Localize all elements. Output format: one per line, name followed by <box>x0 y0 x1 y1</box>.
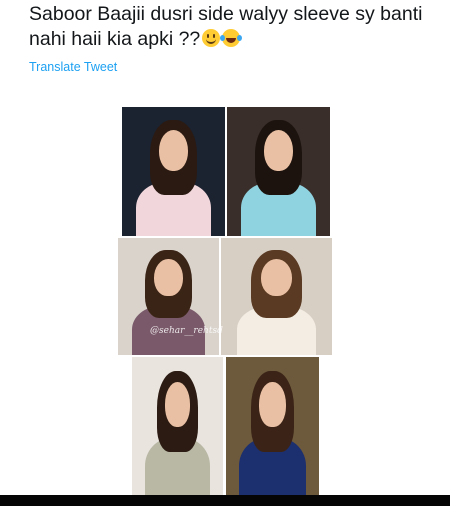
tweet-text: Saboor Baajii dusri side walyy sleeve sy… <box>29 2 429 51</box>
collage-photo-1[interactable] <box>122 107 225 236</box>
photo-face <box>260 259 293 297</box>
photo-face <box>159 130 188 172</box>
photo-watermark: @sehar__rehtsd <box>150 326 223 336</box>
collage-photo-4[interactable] <box>221 238 332 355</box>
collage-photo-3[interactable] <box>118 238 219 355</box>
photo-face <box>154 259 183 297</box>
slightly-smiling-face-icon <box>202 28 221 47</box>
face-with-tears-of-joy-icon <box>220 28 243 47</box>
collage-photo-5[interactable] <box>132 357 223 497</box>
translate-tweet-link[interactable]: Translate Tweet <box>29 60 117 74</box>
photo-face <box>259 382 286 427</box>
collage-photo-2[interactable] <box>227 107 330 236</box>
bottom-bar <box>0 495 450 506</box>
photo-face <box>264 130 293 172</box>
photo-face <box>164 382 191 427</box>
collage-photo-6[interactable] <box>226 357 319 497</box>
